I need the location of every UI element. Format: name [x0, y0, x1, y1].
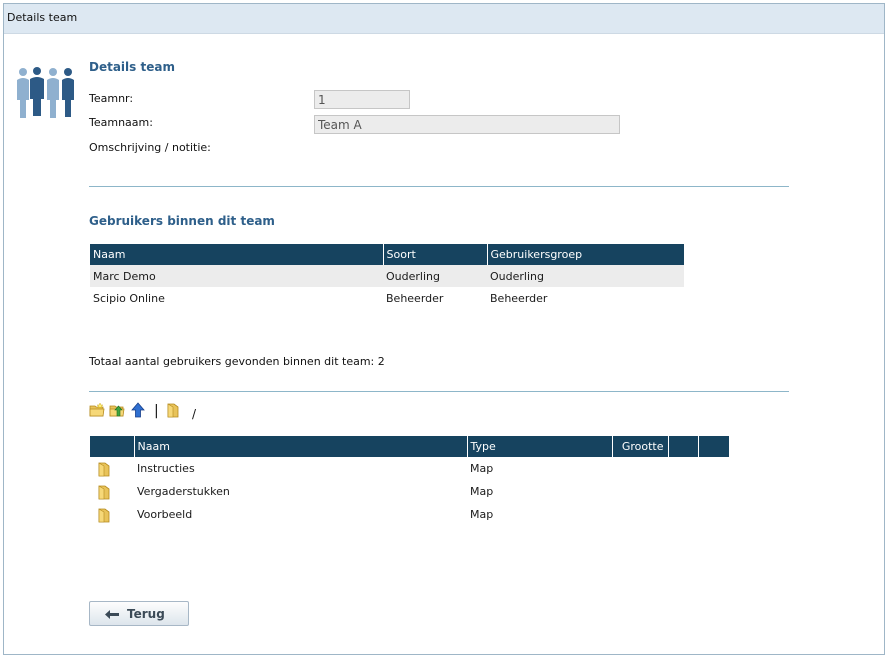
- folder-icon: [98, 507, 110, 522]
- user-name: Scipio Online: [93, 291, 165, 305]
- user-soort: Ouderling: [383, 265, 487, 287]
- col-action-1: [668, 436, 699, 457]
- file-type: Map: [470, 485, 494, 498]
- teamnaam-field[interactable]: [314, 115, 620, 134]
- upload-icon[interactable]: [109, 403, 125, 417]
- back-button-label: Terug: [127, 607, 165, 621]
- file-size: [612, 480, 668, 503]
- file-name[interactable]: Instructies: [134, 457, 467, 480]
- file-size: [612, 457, 668, 480]
- omschrijving-label: Omschrijving / notitie:: [89, 141, 211, 154]
- users-table: Naam Soort Gebruikersgroep Marc Demo Oud…: [90, 244, 684, 309]
- file-name[interactable]: Vergaderstukken: [134, 480, 467, 503]
- col-naam[interactable]: Naam: [90, 244, 384, 265]
- table-row[interactable]: Scipio Online Beheerder Beheerder: [90, 287, 684, 309]
- up-arrow-icon[interactable]: [131, 402, 145, 418]
- folder-icon: [98, 461, 110, 476]
- col-grootte[interactable]: Grootte: [612, 436, 669, 457]
- teamnaam-label: Teamnaam:: [89, 116, 153, 129]
- table-row[interactable]: Voorbeeld Map: [90, 503, 729, 526]
- col-action-2: [698, 436, 729, 457]
- user-name: Marc Demo: [90, 265, 383, 287]
- col-gebruikersgroep[interactable]: Gebruikersgroep: [487, 244, 684, 265]
- users-total: Totaal aantal gebruikers gevonden binnen…: [89, 355, 385, 368]
- file-action: [668, 457, 698, 480]
- file-action: [668, 503, 698, 526]
- file-type: Map: [470, 508, 494, 521]
- file-action: [698, 457, 729, 480]
- divider: [89, 391, 789, 392]
- col-type[interactable]: Type: [467, 436, 613, 457]
- file-type: Map: [470, 462, 494, 475]
- toolbar-separator: |: [154, 403, 159, 419]
- user-group: Ouderling: [487, 265, 684, 287]
- user-soort: Beheerder: [386, 291, 444, 305]
- teamnr-label: Teamnr:: [89, 92, 134, 105]
- files-table: Naam Type Grootte Instructies Map Vergad…: [90, 436, 729, 526]
- window-title: Details team: [7, 11, 78, 24]
- table-row[interactable]: Instructies Map: [90, 457, 729, 480]
- user-group: Beheerder: [490, 291, 548, 305]
- file-size: [612, 503, 668, 526]
- details-heading: Details team: [89, 60, 175, 74]
- folder-icon: [167, 403, 179, 418]
- file-name[interactable]: Voorbeeld: [134, 503, 467, 526]
- col-naam[interactable]: Naam: [134, 436, 468, 457]
- new-folder-icon[interactable]: [89, 403, 105, 417]
- file-icon-cell: [90, 503, 134, 526]
- file-icon-cell: [90, 480, 134, 503]
- col-soort[interactable]: Soort: [383, 244, 488, 265]
- teamnr-field[interactable]: [314, 90, 410, 109]
- divider: [89, 186, 789, 187]
- table-row[interactable]: Vergaderstukken Map: [90, 480, 729, 503]
- table-row[interactable]: Marc Demo Ouderling Ouderling: [90, 265, 684, 287]
- col-icon: [90, 436, 135, 457]
- window-frame: Details team Details team Teamnr: Teamna…: [3, 3, 885, 655]
- arrow-left-icon: [105, 610, 119, 619]
- folder-icon: [98, 484, 110, 499]
- current-path: /: [192, 407, 197, 421]
- file-action: [698, 480, 729, 503]
- title-bar: Details team: [4, 4, 884, 34]
- file-icon-cell: [90, 457, 134, 480]
- file-action: [668, 480, 698, 503]
- file-action: [698, 503, 729, 526]
- users-heading: Gebruikers binnen dit team: [89, 214, 275, 228]
- team-people-icon: [17, 67, 74, 118]
- back-button[interactable]: Terug: [89, 601, 189, 626]
